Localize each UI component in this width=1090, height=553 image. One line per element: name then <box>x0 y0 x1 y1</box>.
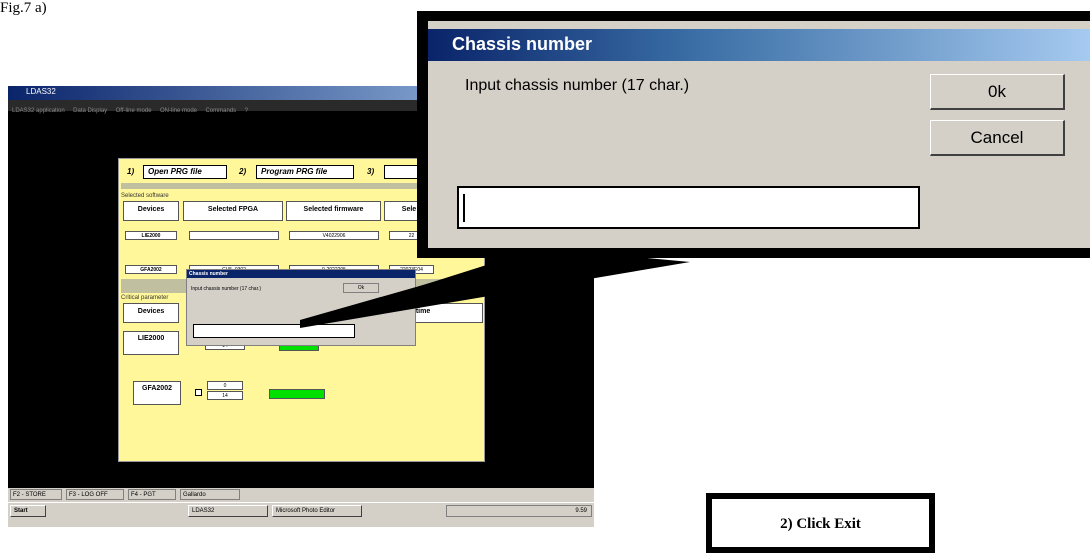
column-header: k time <box>405 303 483 323</box>
fkey-logoff[interactable]: F3 - LOG OFF <box>66 489 124 500</box>
fpga-field <box>189 231 279 240</box>
chassis-number-dialog: Chassis number Input chassis number (17 … <box>428 21 1090 248</box>
section-label: Selected software <box>121 193 169 199</box>
dialog-titlebar: Chassis number <box>428 29 1090 61</box>
device-name: LIE2000 <box>123 331 179 355</box>
open-prg-button[interactable]: Open PRG file <box>143 165 227 179</box>
fkey-pgt[interactable]: F4 - PGT <box>128 489 176 500</box>
text-caret <box>463 194 465 222</box>
device-name: GFA2002 <box>133 381 181 405</box>
checkbox[interactable] <box>195 389 202 396</box>
menu-item[interactable]: Data Display <box>73 108 107 114</box>
menu-item[interactable]: ON-line mode <box>160 108 197 114</box>
device-name: LIE2000 <box>125 231 177 240</box>
status-indicator <box>269 389 325 399</box>
column-header: Selected firmware <box>286 201 381 221</box>
fkey-store[interactable]: F2 - STORE <box>10 489 62 500</box>
small-dialog-title: Chassis number <box>187 270 415 278</box>
system-tray: 9.59 <box>446 505 592 517</box>
step-number: 2) <box>239 167 247 176</box>
column-header: Devices <box>123 201 179 221</box>
program-prg-button[interactable]: Program PRG file <box>256 165 354 179</box>
menu-item[interactable]: LDAS32 application <box>12 108 65 114</box>
cancel-button[interactable]: Cancel <box>930 120 1065 156</box>
window-title: LDAS32 <box>26 87 56 96</box>
taskbar-app[interactable]: LDAS32 <box>188 505 268 517</box>
dialog-title: Chassis number <box>452 34 593 54</box>
param-field: 14 <box>207 391 243 400</box>
step-number: 3) <box>367 167 375 176</box>
function-key-bar: F2 - STORE F3 - LOG OFF F4 - PGT Gallard… <box>8 488 594 502</box>
taskbar-app[interactable]: Microsoft Photo Editor <box>272 505 362 517</box>
dialog-prompt: Input chassis number (17 char.) <box>465 77 690 94</box>
figure-label: Fig.7 a) <box>0 0 47 16</box>
instruction-callout: 2) Click Exit <box>706 493 935 553</box>
model-label: Gallardo <box>180 489 240 500</box>
column-header: Selected FPGA <box>183 201 283 221</box>
small-dialog-prompt: Input chassis number (17 char.) <box>191 286 262 292</box>
chassis-number-input[interactable] <box>457 186 920 229</box>
callout-text: 2) Click Exit <box>780 516 861 532</box>
step-number: 1) <box>127 167 135 176</box>
firmware-field: V4022906 <box>289 231 379 240</box>
small-chassis-dialog: Chassis number Input chassis number (17 … <box>186 269 416 346</box>
ok-button[interactable]: 0k <box>930 74 1065 110</box>
small-chassis-input[interactable] <box>193 324 355 338</box>
device-name: GFA2002 <box>125 265 177 274</box>
taskbar: Start LDAS32 Microsoft Photo Editor 9.59 <box>8 502 594 527</box>
param-field: 0 <box>207 381 243 390</box>
start-button[interactable]: Start <box>10 505 46 517</box>
menu-item[interactable]: ? <box>245 108 248 114</box>
menu-item[interactable]: Off-line mode <box>116 108 152 114</box>
menu-item[interactable]: Commands <box>205 108 236 114</box>
section-label: Critical parameter <box>121 295 169 301</box>
small-ok-button[interactable]: Ok <box>343 283 379 293</box>
column-header: Devices <box>123 303 179 323</box>
